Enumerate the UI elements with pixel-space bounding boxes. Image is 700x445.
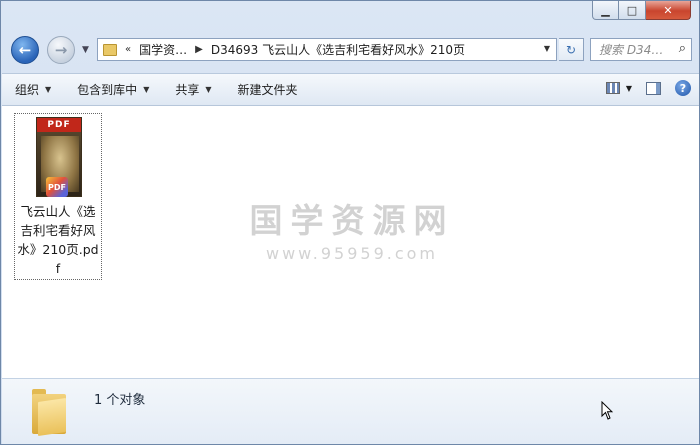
view-controls: ▼ ? (605, 80, 691, 96)
object-count: 1 个对象 (94, 393, 146, 408)
folder-icon (103, 43, 117, 56)
forward-button[interactable]: → (47, 36, 75, 64)
view-options-dropdown-icon[interactable]: ▼ (626, 84, 632, 93)
chevron-down-icon: ▼ (143, 85, 150, 94)
new-folder-button[interactable]: 新建文件夹 (225, 81, 311, 98)
share-menu[interactable]: 共享 ▼ (162, 81, 224, 98)
new-folder-label: 新建文件夹 (237, 83, 298, 97)
forward-arrow-icon: → (54, 41, 68, 59)
details-pane: 1 个对象 (2, 378, 699, 444)
minimize-button[interactable]: ▁ (592, 1, 619, 20)
file-item[interactable]: PDF PDF 飞云山人《选吉利宅看好风水》210页.pdf (14, 113, 102, 280)
help-icon[interactable]: ? (675, 80, 691, 96)
watermark-title: 国学资源网 (249, 201, 455, 240)
include-in-library-menu[interactable]: 包含到库中 ▼ (64, 81, 162, 98)
back-button[interactable]: ← (11, 36, 39, 64)
explorer-window: ▁ □ ✕ ← → ▼ « 国学资… ▶ D34693 飞云山人《选吉利宅看好风… (0, 0, 700, 445)
search-input[interactable]: 搜索 D34… (591, 41, 667, 58)
breadcrumb-item-current[interactable]: D34693 飞云山人《选吉利宅看好风水》210页 (211, 41, 465, 58)
watermark-url: www.95959.com (265, 244, 439, 263)
refresh-icon: ↻ (565, 42, 577, 57)
mouse-cursor-icon (601, 401, 613, 420)
breadcrumb-overflow[interactable]: « (125, 44, 131, 55)
share-label: 共享 (175, 83, 200, 97)
close-button[interactable]: ✕ (646, 1, 691, 20)
breadcrumb-separator-icon[interactable]: ▶ (195, 44, 203, 55)
chevron-down-icon: ▼ (45, 85, 52, 94)
breadcrumb-item-root[interactable]: 国学资… (139, 41, 187, 58)
include-in-library-label: 包含到库中 (77, 83, 138, 97)
caption-buttons: ▁ □ ✕ (592, 1, 691, 21)
search-box[interactable]: 搜索 D34… ⌕ (590, 38, 692, 61)
refresh-button[interactable]: ↻ (559, 38, 584, 61)
command-bar: 组织 ▼ 包含到库中 ▼ 共享 ▼ 新建文件夹 ▼ ? (2, 73, 699, 106)
search-icon[interactable]: ⌕ (679, 41, 686, 56)
organize-label: 组织 (15, 83, 40, 97)
navigation-bar: ← → ▼ « 国学资… ▶ D34693 飞云山人《选吉利宅看好风水》210页… (1, 33, 700, 67)
maximize-button[interactable]: □ (619, 1, 646, 20)
change-view-icon[interactable] (605, 82, 620, 94)
recent-locations-dropdown[interactable]: ▼ (82, 45, 89, 55)
file-list-area[interactable]: PDF PDF 飞云山人《选吉利宅看好风水》210页.pdf 国学资源网 www… (2, 106, 699, 378)
file-name: 飞云山人《选吉利宅看好风水》210页.pdf (17, 204, 99, 276)
address-bar[interactable]: « 国学资… ▶ D34693 飞云山人《选吉利宅看好风水》210页 ▼ (97, 38, 557, 61)
organize-menu[interactable]: 组织 ▼ (2, 81, 64, 98)
chevron-down-icon: ▼ (205, 85, 212, 94)
address-dropdown-icon[interactable]: ▼ (544, 44, 550, 53)
watermark: 国学资源网 www.95959.com (242, 194, 462, 263)
pdf-badge-icon: PDF (46, 177, 68, 197)
pdf-label-band: PDF (37, 118, 81, 132)
folder-icon (32, 386, 72, 436)
back-arrow-icon: ← (18, 41, 32, 59)
preview-pane-icon[interactable] (646, 81, 661, 95)
